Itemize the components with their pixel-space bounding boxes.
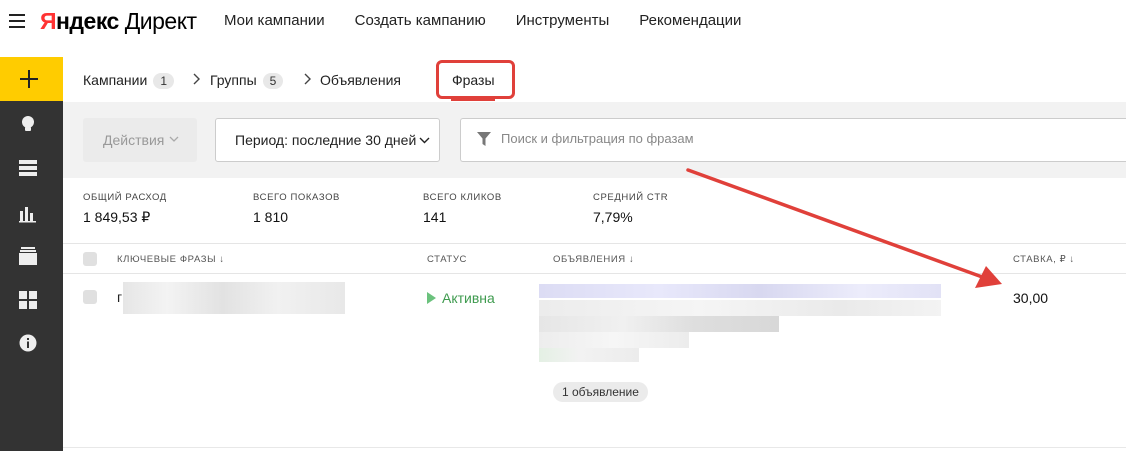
main-nav: Мои кампании Создать кампанию Инструмент… (224, 12, 741, 29)
toolbar: Действия Период: последние 30 дней (63, 102, 1126, 178)
logo[interactable]: Яндекс Директ (40, 8, 197, 35)
bid-value[interactable]: 30,00 (1013, 290, 1048, 306)
period-select-label: Период: последние 30 дней (235, 132, 417, 148)
logo-product: Директ (124, 8, 197, 34)
breadcrumb-campaigns[interactable]: Кампании 1 (83, 72, 174, 89)
stat-label: Общий расход (83, 192, 167, 203)
chevron-down-icon (169, 136, 179, 142)
status-badge: Активна (427, 290, 495, 306)
actions-button-label: Действия (103, 132, 165, 148)
info-icon[interactable] (18, 333, 38, 353)
list-icon[interactable] (18, 158, 38, 178)
actions-button[interactable]: Действия (83, 118, 197, 162)
filter-icon (477, 132, 491, 146)
plus-icon[interactable] (0, 57, 63, 101)
top-bar: Яндекс Директ Мои кампании Создать кампа… (0, 0, 1126, 43)
nav-recommendations[interactable]: Рекомендации (639, 12, 741, 29)
blurred-ad-text (539, 316, 779, 332)
column-status[interactable]: Статус (427, 254, 467, 265)
table-row: г Активна 1 объявление 30,00 (63, 274, 1126, 448)
nav-tools[interactable]: Инструменты (516, 12, 610, 29)
blurred-ad-text (539, 332, 689, 348)
tab-active-underline (451, 99, 495, 101)
breadcrumb-groups[interactable]: Группы 5 (210, 72, 284, 89)
blurred-keyword (123, 282, 345, 314)
table-header: Ключевые фразы ↓ Статус Объявления ↓ Ста… (63, 243, 1126, 274)
groups-count-badge: 5 (262, 73, 284, 89)
row-checkbox[interactable] (83, 290, 97, 304)
stat-label: Всего кликов (423, 192, 502, 203)
menu-icon[interactable] (9, 14, 25, 28)
stat-value: 7,79% (593, 209, 633, 225)
breadcrumb-campaigns-label: Кампании (83, 72, 148, 88)
campaigns-count-badge: 1 (153, 73, 174, 89)
stat-value: 1 849,53 ₽ (83, 209, 151, 225)
stat-value: 1 810 (253, 209, 289, 225)
search-input[interactable] (501, 131, 1101, 146)
keyword-text[interactable]: г (117, 289, 122, 305)
stat-total-clicks: Всего кликов 141 (423, 192, 502, 225)
column-bid[interactable]: Ставка, ₽ ↓ (1013, 254, 1075, 265)
phrase-search (460, 118, 1126, 162)
nav-my-campaigns[interactable]: Мои кампании (224, 12, 325, 29)
blurred-ad-link (539, 348, 639, 362)
tab-phrases[interactable]: Фразы (452, 72, 495, 88)
column-ads[interactable]: Объявления ↓ (553, 254, 634, 265)
status-label: Активна (442, 290, 495, 306)
blurred-ad-title (539, 284, 941, 298)
breadcrumb-groups-label: Группы (210, 72, 257, 88)
stack-icon[interactable] (18, 246, 38, 266)
chevron-right-icon (193, 73, 200, 85)
play-icon (427, 292, 436, 304)
chevron-down-icon (419, 137, 430, 144)
column-keywords[interactable]: Ключевые фразы ↓ (117, 254, 225, 265)
lightbulb-icon[interactable] (18, 114, 38, 134)
stat-total-cost: Общий расход 1 849,53 ₽ (83, 192, 167, 226)
stat-average-ctr: Средний CTR 7,79% (593, 192, 668, 225)
bar-chart-icon[interactable] (18, 203, 38, 223)
stat-label: Всего показов (253, 192, 340, 203)
stats-summary: Общий расход 1 849,53 ₽ Всего показов 1 … (63, 178, 1126, 243)
logo-brand: Яндекс (40, 8, 119, 34)
period-select[interactable]: Период: последние 30 дней (215, 118, 440, 162)
blurred-ad-text (539, 300, 941, 316)
stat-value: 141 (423, 209, 447, 225)
breadcrumb-ads[interactable]: Объявления (320, 72, 401, 88)
chevron-right-icon (304, 73, 311, 85)
stat-total-impressions: Всего показов 1 810 (253, 192, 340, 225)
sidebar (0, 57, 63, 451)
ads-count-badge[interactable]: 1 объявление (553, 382, 648, 402)
breadcrumb: Кампании 1 Группы 5 Объявления Фразы (63, 57, 1126, 102)
nav-create-campaign[interactable]: Создать кампанию (355, 12, 486, 29)
select-all-checkbox[interactable] (83, 252, 97, 266)
stat-label: Средний CTR (593, 192, 669, 203)
grid-icon[interactable] (18, 290, 38, 310)
